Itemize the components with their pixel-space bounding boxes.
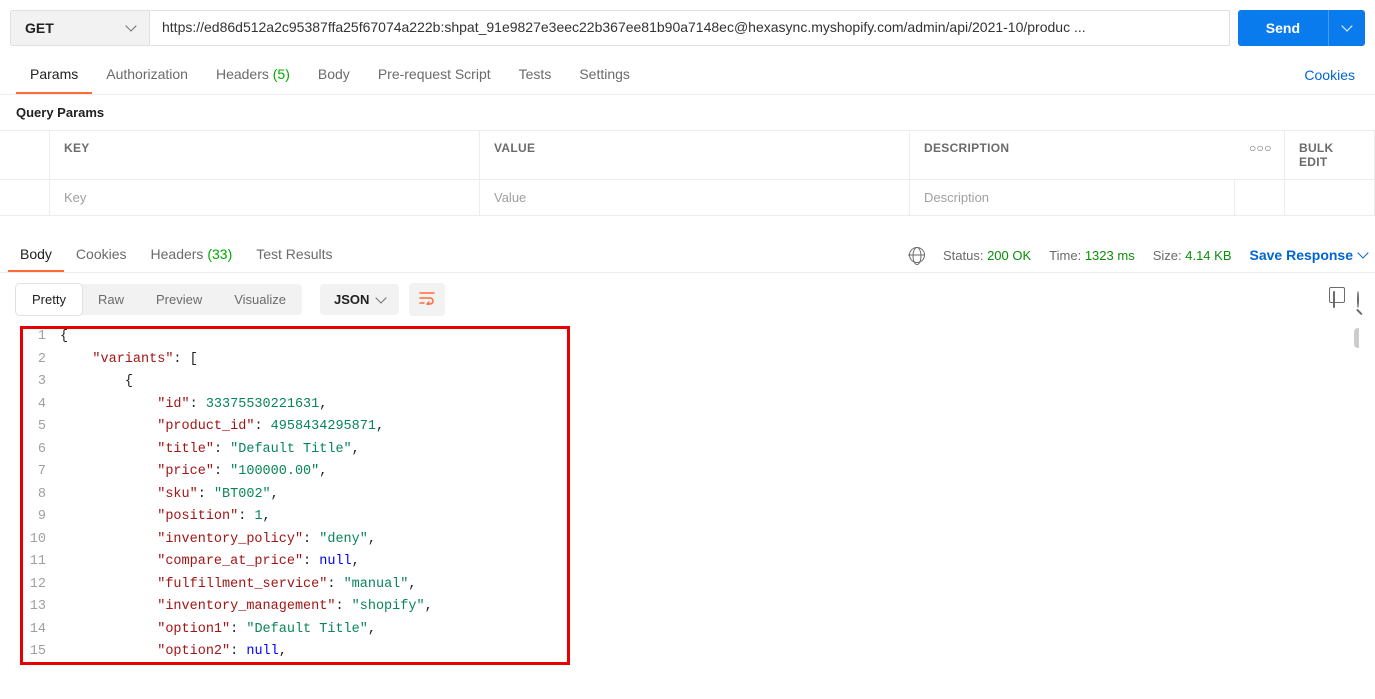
code-line: 10 "inventory_policy": "deny", — [20, 529, 1359, 552]
time-label: Time: — [1049, 248, 1081, 263]
status-label: Status: — [943, 248, 983, 263]
code-line: 8 "sku": "BT002", — [20, 484, 1359, 507]
response-body-code[interactable]: 1{2 "variants": [3 {4 "id": 333755302216… — [20, 326, 1359, 656]
tab-tests[interactable]: Tests — [505, 56, 566, 94]
value-input[interactable]: Value — [480, 180, 910, 215]
response-headers-count: (33) — [207, 246, 232, 262]
format-select[interactable]: JSON — [320, 284, 399, 315]
tab-headers[interactable]: Headers (5) — [202, 56, 304, 94]
query-params-title: Query Params — [0, 95, 1375, 130]
tab-headers-label: Headers — [216, 66, 269, 82]
view-pretty[interactable]: Pretty — [16, 284, 82, 315]
send-button[interactable]: Send — [1238, 10, 1328, 46]
code-line: 3 { — [20, 371, 1359, 394]
checkbox-header — [0, 131, 50, 179]
code-line: 7 "price": "100000.00", — [20, 461, 1359, 484]
chevron-down-icon — [376, 292, 387, 303]
code-line: 4 "id": 33375530221631, — [20, 394, 1359, 417]
tab-body[interactable]: Body — [304, 56, 364, 94]
send-dropdown-button[interactable] — [1328, 10, 1365, 46]
wrap-lines-button[interactable] — [409, 283, 445, 316]
status-value: 200 OK — [987, 248, 1031, 263]
bulk-edit-button[interactable]: Bulk Edit — [1285, 131, 1375, 179]
tab-settings[interactable]: Settings — [565, 56, 644, 94]
desc-input[interactable]: Description — [910, 180, 1235, 215]
chevron-down-icon — [1357, 247, 1368, 258]
time-meta: Time: 1323 ms — [1049, 248, 1135, 263]
search-icon — [1357, 291, 1359, 308]
status-meta: Status: 200 OK — [943, 248, 1031, 263]
size-value: 4.14 KB — [1185, 248, 1231, 263]
save-response-label: Save Response — [1250, 247, 1354, 263]
copy-button[interactable] — [1333, 292, 1335, 307]
more-actions[interactable]: ○○○ — [1235, 131, 1285, 179]
copy-icon — [1333, 291, 1335, 308]
row-spacer — [1285, 180, 1375, 215]
response-tab-test-results[interactable]: Test Results — [244, 238, 344, 272]
size-label: Size: — [1153, 248, 1182, 263]
value-header: VALUE — [480, 131, 910, 179]
tab-prerequest[interactable]: Pre-request Script — [364, 56, 505, 94]
code-line: 2 "variants": [ — [20, 349, 1359, 372]
code-line: 9 "position": 1, — [20, 506, 1359, 529]
code-line: 14 "option1": "Default Title", — [20, 619, 1359, 642]
http-method-value: GET — [25, 20, 54, 36]
cookies-link[interactable]: Cookies — [1300, 57, 1359, 93]
scrollbar-thumb[interactable] — [1354, 328, 1359, 348]
view-raw[interactable]: Raw — [82, 284, 140, 315]
response-tab-cookies[interactable]: Cookies — [64, 238, 139, 272]
code-line: 15 "option2": null, — [20, 641, 1359, 656]
code-line: 6 "title": "Default Title", — [20, 439, 1359, 462]
tab-authorization[interactable]: Authorization — [92, 56, 202, 94]
search-button[interactable] — [1357, 292, 1359, 307]
chevron-down-icon — [1341, 20, 1352, 31]
tab-params[interactable]: Params — [16, 56, 92, 94]
code-line: 13 "inventory_management": "shopify", — [20, 596, 1359, 619]
chevron-down-icon — [125, 20, 136, 31]
desc-header: DESCRIPTION — [910, 131, 1235, 179]
response-tab-body[interactable]: Body — [8, 238, 64, 272]
code-line: 11 "compare_at_price": null, — [20, 551, 1359, 574]
key-header: KEY — [50, 131, 480, 179]
code-line: 1{ — [20, 326, 1359, 349]
response-tab-headers[interactable]: Headers (33) — [139, 238, 245, 272]
params-table: KEY VALUE DESCRIPTION ○○○ Bulk Edit Key … — [0, 130, 1375, 216]
key-input[interactable]: Key — [50, 180, 480, 215]
code-line: 12 "fulfillment_service": "manual", — [20, 574, 1359, 597]
view-visualize[interactable]: Visualize — [218, 284, 302, 315]
row-actions — [1235, 180, 1285, 215]
url-input[interactable]: https://ed86d512a2c95387ffa25f67074a222b… — [150, 10, 1230, 46]
size-meta: Size: 4.14 KB — [1153, 248, 1232, 263]
params-header-row: KEY VALUE DESCRIPTION ○○○ Bulk Edit — [0, 131, 1375, 180]
view-preview[interactable]: Preview — [140, 284, 218, 315]
response-headers-label: Headers — [151, 246, 204, 262]
save-response-button[interactable]: Save Response — [1250, 247, 1368, 263]
code-line: 5 "product_id": 4958434295871, — [20, 416, 1359, 439]
params-input-row: Key Value Description — [0, 180, 1375, 216]
row-checkbox[interactable] — [0, 180, 50, 215]
format-value: JSON — [334, 292, 369, 307]
tab-headers-count: (5) — [273, 66, 290, 82]
time-value: 1323 ms — [1085, 248, 1135, 263]
http-method-select[interactable]: GET — [10, 10, 150, 46]
globe-icon[interactable] — [909, 247, 925, 263]
